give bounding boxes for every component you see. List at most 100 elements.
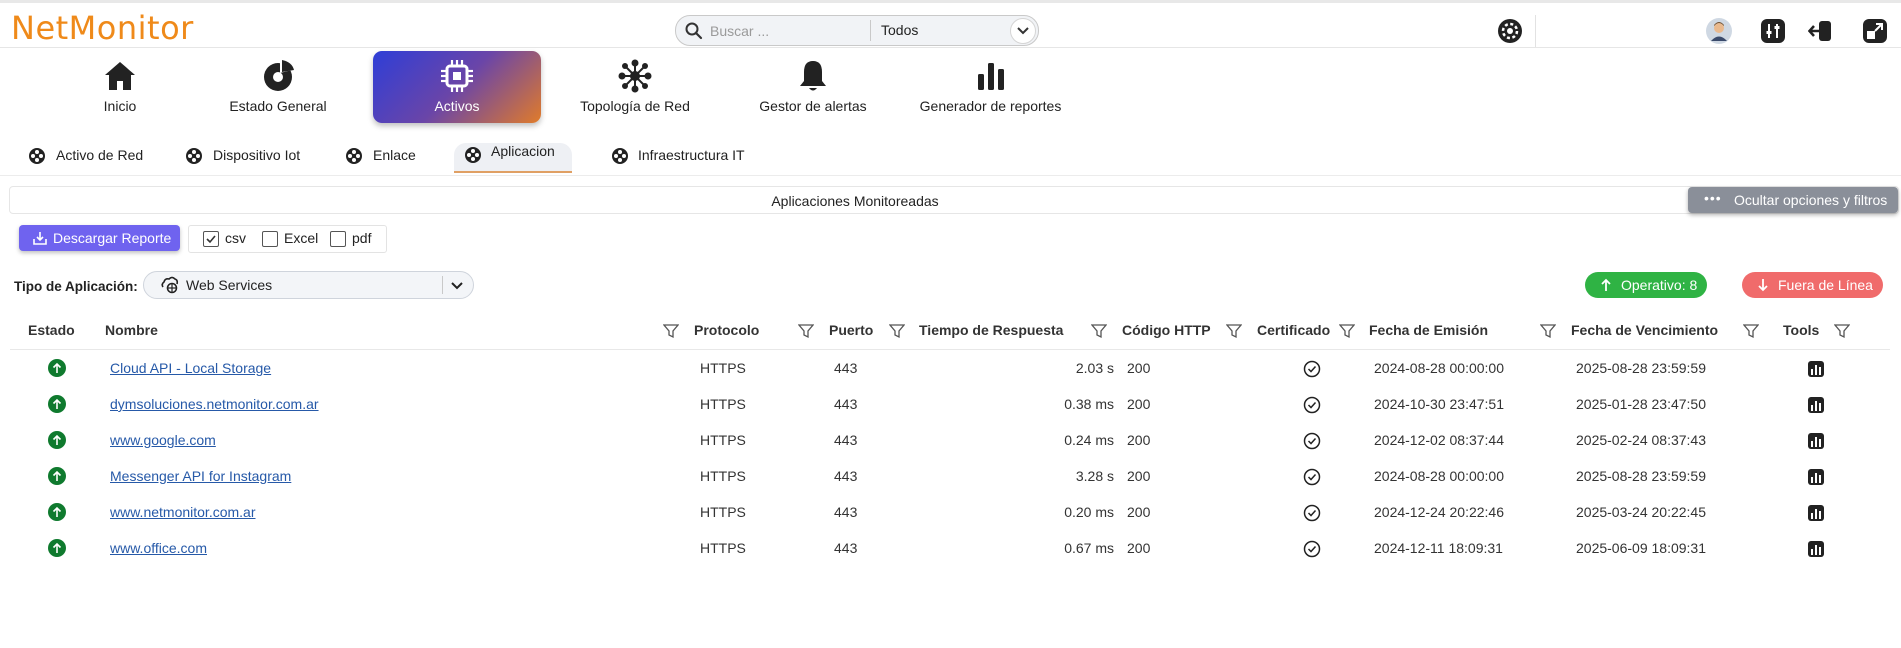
column-header-tiempo[interactable]: Tiempo de Respuesta: [919, 322, 1063, 338]
certificate-check-icon: [1303, 432, 1321, 450]
column-header-nombre[interactable]: Nombre: [105, 322, 158, 338]
filter-icon[interactable]: [663, 323, 679, 339]
status-up-icon: [48, 395, 66, 413]
http-code-cell: 200: [1127, 432, 1151, 448]
status-up-icon: [48, 539, 66, 557]
search-scope-dropdown-button[interactable]: [1010, 18, 1036, 44]
nav-gestor-alertas[interactable]: Gestor de alertas: [748, 51, 878, 123]
stats-chart-icon[interactable]: [1807, 396, 1825, 414]
table-row: www.google.com HTTPS 443 0.24 ms 200 202…: [10, 422, 1890, 458]
user-avatar[interactable]: [1706, 18, 1732, 44]
nav-generador-reportes[interactable]: Generador de reportes: [913, 51, 1068, 123]
nav-inicio[interactable]: Inicio: [60, 51, 180, 123]
tab-infraestructura-it[interactable]: Infraestructura IT: [611, 143, 771, 171]
app-name-link[interactable]: www.netmonitor.com.ar: [110, 504, 256, 520]
response-time-cell: 0.24 ms: [1064, 432, 1114, 448]
nav-topologia[interactable]: Topología de Red: [570, 51, 700, 123]
port-cell: 443: [834, 468, 858, 484]
chip-icon: [441, 60, 473, 92]
filter-icon[interactable]: [1743, 323, 1759, 339]
filter-icon[interactable]: [798, 323, 814, 339]
app-type-select[interactable]: Web Services: [143, 271, 474, 299]
column-header-fecha-emision[interactable]: Fecha de Emisión: [1369, 322, 1488, 338]
status-up-icon: [48, 431, 66, 449]
tab-enlace[interactable]: Enlace: [345, 143, 435, 171]
column-header-tools[interactable]: Tools: [1783, 322, 1819, 338]
logout-icon[interactable]: [1808, 18, 1834, 44]
search-icon[interactable]: [684, 21, 704, 41]
response-time-cell: 2.03 s: [1075, 360, 1114, 376]
tab-label: Infraestructura IT: [638, 147, 745, 163]
filter-icon[interactable]: [1540, 323, 1556, 339]
response-time-cell: 3.28 s: [1075, 468, 1114, 484]
filter-icon[interactable]: [1834, 323, 1850, 339]
search-scope-select[interactable]: Todos: [881, 22, 918, 38]
checkbox[interactable]: [203, 231, 219, 247]
fuera-de-linea-label: Fuera de Línea: [1778, 277, 1873, 293]
app-name-link[interactable]: www.google.com: [110, 432, 216, 448]
column-header-puerto[interactable]: Puerto: [829, 322, 873, 338]
filter-icon[interactable]: [1091, 323, 1107, 339]
column-header-protocolo[interactable]: Protocolo: [694, 322, 759, 338]
operativo-filter-button[interactable]: Operativo: 8: [1585, 272, 1707, 298]
tab-label: Dispositivo Iot: [213, 147, 301, 163]
checkbox[interactable]: [330, 231, 346, 247]
nav-label: Gestor de alertas: [759, 98, 867, 114]
column-header-estado[interactable]: Estado: [28, 322, 75, 338]
filter-icon[interactable]: [889, 323, 905, 339]
nav-label: Activos: [434, 98, 480, 114]
stats-chart-icon[interactable]: [1807, 468, 1825, 486]
port-cell: 443: [834, 360, 858, 376]
checkbox[interactable]: [262, 231, 278, 247]
tab-label: Aplicacion: [491, 143, 555, 159]
nav-activos[interactable]: Activos: [373, 51, 541, 123]
status-up-icon: [48, 359, 66, 377]
app-name-link[interactable]: Cloud API - Local Storage: [110, 360, 271, 376]
table-row: www.office.com HTTPS 443 0.67 ms 200 202…: [10, 530, 1890, 566]
bar-chart-icon: [977, 63, 1004, 90]
settings-gear-icon[interactable]: [1497, 18, 1523, 44]
protocol-cell: HTTPS: [700, 540, 746, 556]
app-name-link[interactable]: www.office.com: [110, 540, 207, 556]
divider: [0, 175, 1901, 176]
issue-date-cell: 2024-10-30 23:47:51: [1374, 396, 1504, 412]
app-logo[interactable]: NetMonitor: [11, 11, 194, 45]
nav-label: Inicio: [103, 98, 137, 114]
format-label: pdf: [352, 230, 372, 246]
header: NetMonitor Todos: [0, 3, 1901, 48]
check-icon: [206, 235, 216, 244]
app-type-label: Tipo de Aplicación:: [14, 279, 138, 294]
fuera-de-linea-filter-button[interactable]: Fuera de Línea: [1742, 272, 1883, 298]
nav-estado-general[interactable]: Estado General: [208, 51, 348, 123]
tab-aplicacion[interactable]: Aplicacion: [454, 143, 572, 173]
chevron-down-icon[interactable]: [449, 278, 465, 294]
column-header-fecha-vencimiento[interactable]: Fecha de Vencimiento: [1571, 322, 1718, 338]
filter-icon[interactable]: [1226, 323, 1242, 339]
download-report-button[interactable]: Descargar Reporte: [19, 225, 180, 251]
issue-date-cell: 2024-08-28 00:00:00: [1374, 468, 1504, 484]
stats-chart-icon[interactable]: [1807, 432, 1825, 450]
protocol-cell: HTTPS: [700, 504, 746, 520]
stats-chart-icon[interactable]: [1807, 360, 1825, 378]
expiry-date-cell: 2025-08-28 23:59:59: [1576, 468, 1706, 484]
expiry-date-cell: 2025-01-28 23:47:50: [1576, 396, 1706, 412]
filter-icon[interactable]: [1339, 323, 1355, 339]
expand-window-icon[interactable]: [1862, 18, 1888, 44]
tab-dispositivo-iot[interactable]: Dispositivo Iot: [185, 143, 315, 171]
web-services-icon: [161, 276, 179, 294]
nav-label: Generador de reportes: [919, 98, 1062, 114]
stats-chart-icon[interactable]: [1807, 540, 1825, 558]
column-header-codigo-http[interactable]: Código HTTP: [1122, 322, 1211, 338]
stats-chart-icon[interactable]: [1807, 504, 1825, 522]
app-name-link[interactable]: Messenger API for Instagram: [110, 468, 291, 484]
column-header-certificado[interactable]: Certificado: [1257, 322, 1330, 338]
operativo-label: Operativo: 8: [1621, 277, 1698, 293]
expiry-date-cell: 2025-02-24 08:37:43: [1576, 432, 1706, 448]
tab-activo-de-red[interactable]: Activo de Red: [28, 143, 158, 171]
certificate-check-icon: [1303, 504, 1321, 522]
app-name-link[interactable]: dymsoluciones.netmonitor.com.ar: [110, 396, 319, 412]
sliders-icon[interactable]: [1760, 18, 1786, 44]
certificate-check-icon: [1303, 540, 1321, 558]
hide-filters-button[interactable]: ••• Ocultar opciones y filtros: [1688, 187, 1898, 213]
protocol-cell: HTTPS: [700, 396, 746, 412]
